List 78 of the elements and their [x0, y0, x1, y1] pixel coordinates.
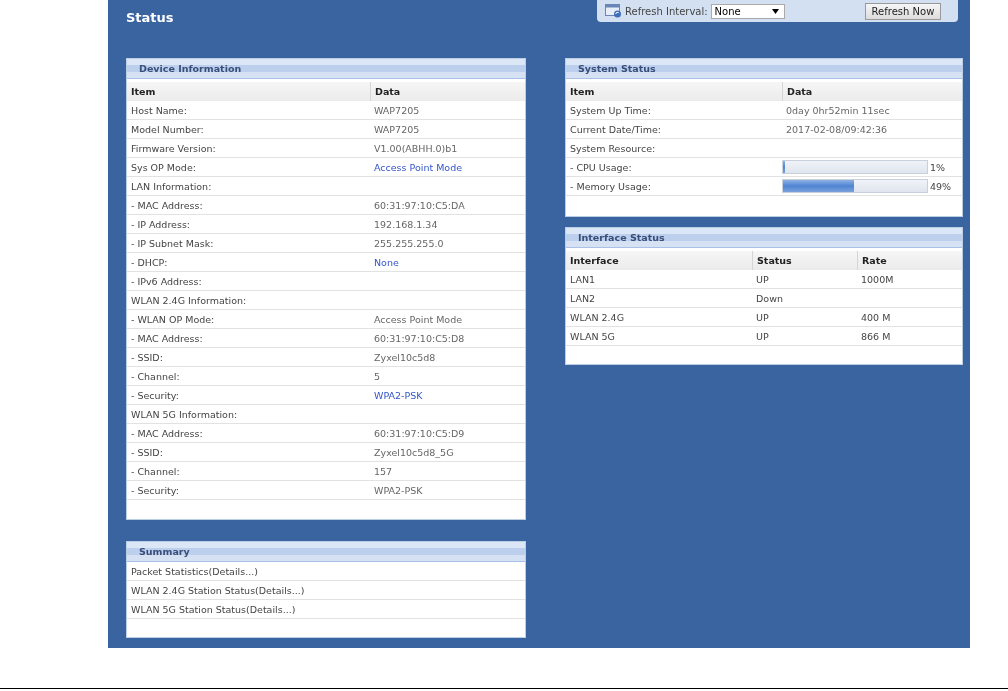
- table-cell-text: WLAN 5G Information:: [130, 408, 239, 420]
- table-cell-text: - SSID:: [130, 351, 164, 363]
- summary-link[interactable]: WLAN 2.4G Station Status(Details...): [127, 584, 305, 596]
- table-cell-text: 866 M: [860, 330, 892, 342]
- refresh-interval-label: Refresh Interval:: [625, 5, 708, 17]
- refresh-window-icon: [605, 4, 623, 18]
- refresh-interval-select[interactable]: None: [710, 3, 785, 19]
- refresh-now-button[interactable]: Refresh Now: [864, 2, 942, 20]
- column-header: Interface: [569, 254, 620, 268]
- table-cell-text: - Channel:: [130, 370, 181, 382]
- table-cell-text: - WLAN OP Mode:: [130, 313, 216, 325]
- table-cell-text: 60:31:97:10:C5:D9: [373, 427, 466, 439]
- value-link[interactable]: None: [370, 256, 525, 268]
- table-cell-text: WAP7205: [373, 104, 421, 116]
- table-cell-text: - Channel:: [130, 465, 181, 477]
- usage-reading: 49%: [930, 180, 952, 192]
- table-cell-text: Zyxel10c5d8_5G: [373, 446, 455, 458]
- table-cell-text: WAP7205: [373, 123, 421, 135]
- column-header: Item: [569, 85, 596, 99]
- table-cell-text: 255.255.255.0: [373, 237, 445, 249]
- table-cell-text: Sys OP Mode:: [130, 161, 197, 173]
- table-cell-text: Model Number:: [130, 123, 205, 135]
- table-cell-text: - MAC Address:: [130, 427, 204, 439]
- table-cell-text: LAN Information:: [130, 180, 213, 192]
- table-cell-text: - IP Address:: [130, 218, 192, 230]
- page-title: Status: [126, 9, 175, 27]
- panel-title: Interface Status: [566, 228, 962, 248]
- panel-title: System Status: [566, 59, 962, 79]
- table-cell-text: 157: [373, 465, 394, 477]
- table-cell-text: Firmware Version:: [130, 142, 217, 154]
- table-cell-text: WPA2-PSK: [373, 484, 424, 496]
- table-cell-text: - IP Subnet Mask:: [130, 237, 215, 249]
- value-link[interactable]: WPA2-PSK: [370, 389, 525, 401]
- panel-title: Device Information: [127, 59, 525, 79]
- column-header: Data: [370, 82, 525, 101]
- table-cell-text: 0day 0hr52min 11sec: [785, 104, 891, 116]
- table-cell-text: 400 M: [860, 311, 892, 323]
- table-cell-text: 60:31:97:10:C5:DA: [373, 199, 466, 211]
- table-cell-text: - MAC Address:: [130, 332, 204, 344]
- usage-reading: 1%: [930, 161, 946, 173]
- column-header: Item: [130, 85, 157, 99]
- table-cell-text: 2017-02-08/09:42:36: [785, 123, 889, 135]
- table-cell-text: Zyxel10c5d8: [373, 351, 437, 363]
- table-cell-text: - Memory Usage:: [569, 180, 652, 192]
- dropdown-caret-icon: [771, 8, 779, 14]
- summary-link[interactable]: Packet Statistics(Details...): [127, 565, 258, 577]
- panel-title: Summary: [127, 542, 525, 562]
- table-cell-text: Access Point Mode: [373, 313, 464, 325]
- table-cell-text: - CPU Usage:: [569, 161, 633, 173]
- table-cell-text: 1000M: [860, 273, 895, 285]
- table-cell-text: LAN1: [569, 273, 597, 285]
- table-cell-text: LAN2: [569, 292, 597, 304]
- table-cell-text: - DHCP:: [130, 256, 169, 268]
- table-cell-text: Current Date/Time:: [569, 123, 663, 135]
- table-cell-text: System Up Time:: [569, 104, 652, 116]
- table-cell-text: - SSID:: [130, 446, 164, 458]
- column-header: Rate: [857, 251, 962, 270]
- table-cell-text: System Resource:: [569, 142, 657, 154]
- table-cell-text: UP: [755, 330, 770, 342]
- table-cell-text: 5: [373, 370, 382, 382]
- table-cell-text: WLAN 2.4G: [569, 311, 625, 323]
- table-cell-text: UP: [755, 273, 770, 285]
- column-header: Data: [782, 82, 962, 101]
- table-cell-text: V1.00(ABHH.0)b1: [373, 142, 459, 154]
- column-header: Status: [752, 251, 857, 270]
- table-cell-text: Host Name:: [130, 104, 188, 116]
- table-cell-text: UP: [755, 311, 770, 323]
- summary-link[interactable]: WLAN 5G Station Status(Details...): [127, 603, 296, 615]
- table-cell-text: 192.168.1.34: [373, 218, 439, 230]
- table-cell-text: - Security:: [130, 389, 180, 401]
- table-cell-text: WLAN 5G: [569, 330, 616, 342]
- value-link[interactable]: Access Point Mode: [370, 161, 525, 173]
- table-cell-text: Down: [755, 292, 784, 304]
- table-cell-text: 60:31:97:10:C5:D8: [373, 332, 466, 344]
- table-cell-text: WLAN 2.4G Information:: [130, 294, 248, 306]
- table-cell-text: - Security:: [130, 484, 180, 496]
- table-cell-text: - MAC Address:: [130, 199, 204, 211]
- table-cell-text: - IPv6 Address:: [130, 275, 203, 287]
